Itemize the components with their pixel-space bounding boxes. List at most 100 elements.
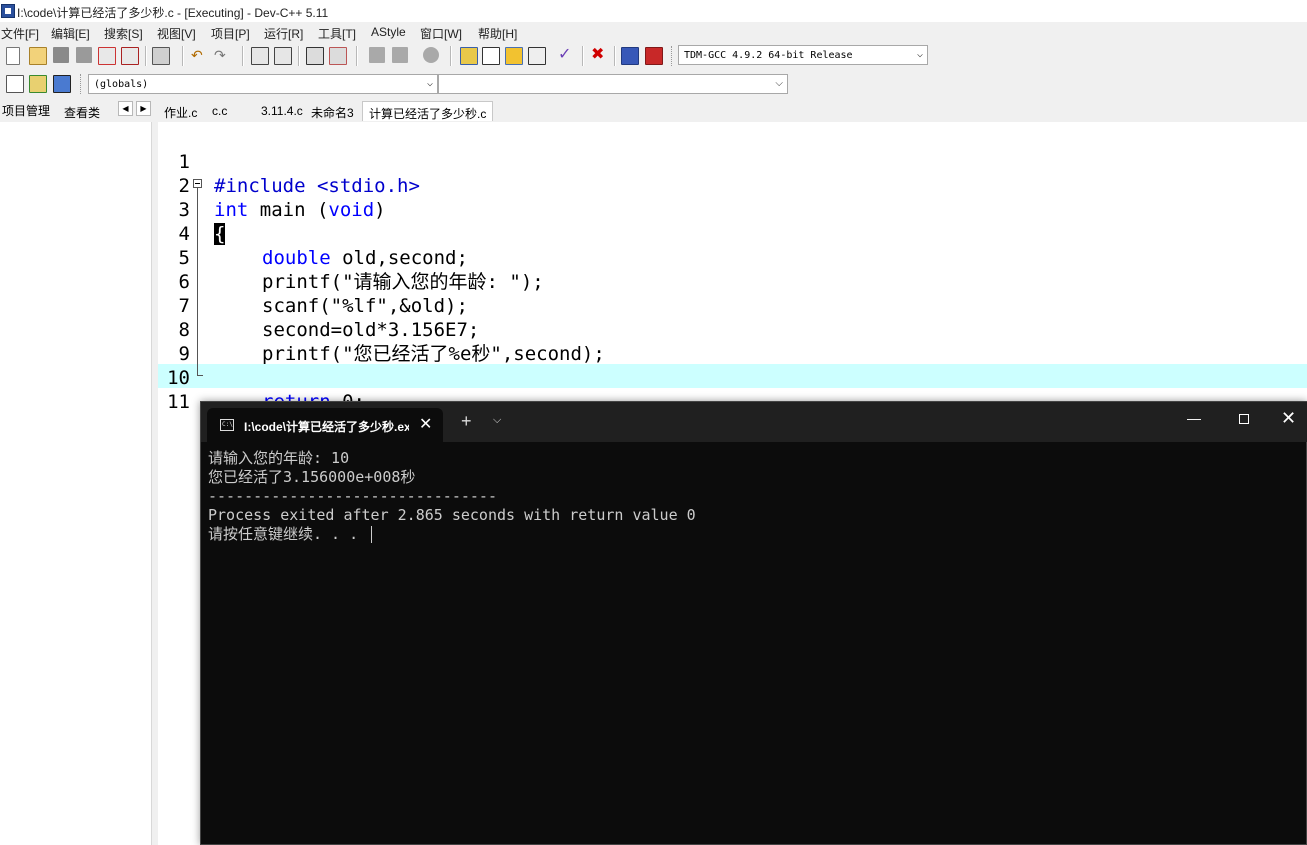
console-prompt: 请按任意键继续. . .: [208, 525, 368, 543]
toolbar-separator: [182, 46, 184, 66]
scroll-right-icon[interactable]: ▶: [136, 101, 151, 116]
close-file-icon[interactable]: [98, 47, 116, 65]
menu-run[interactable]: 运行[R]: [264, 25, 303, 42]
bookmark-next-icon[interactable]: [392, 47, 408, 63]
chevron-down-icon: ⌵: [426, 78, 433, 89]
code-text: scanf("%lf",&old);: [262, 295, 468, 317]
menu-project[interactable]: 项目[P]: [211, 25, 250, 42]
close-tab-icon[interactable]: ✕: [419, 414, 432, 434]
new-project-icon[interactable]: [460, 47, 478, 65]
menu-search[interactable]: 搜索[S]: [104, 25, 143, 42]
tab-file-unnamed3[interactable]: 未命名3: [305, 101, 360, 121]
toolbar-separator: [582, 46, 584, 66]
undo-icon[interactable]: ↶: [191, 47, 207, 63]
unindent-icon[interactable]: [329, 47, 347, 65]
maximize-icon[interactable]: [1239, 414, 1249, 424]
menu-bar: 文件[F] 编辑[E] 搜索[S] 视图[V] 项目[P] 运行[R] 工具[T…: [0, 22, 1307, 42]
console-tab[interactable]: C:\ I:\code\计算已经活了多少秒.exe ✕: [207, 408, 443, 442]
delete-profile-icon[interactable]: [645, 47, 663, 65]
code-line: 2 int main (void): [158, 150, 386, 221]
scroll-left-icon[interactable]: ◀: [118, 101, 133, 116]
goto-definition-icon[interactable]: [53, 75, 71, 93]
code-text: old,second;: [330, 247, 468, 269]
compiler-select-value: TDM-GCC 4.9.2 64-bit Release: [684, 50, 853, 61]
text-cursor: [371, 526, 373, 543]
preprocessor-keyword: #include: [214, 175, 306, 197]
print-icon[interactable]: [152, 47, 170, 65]
tab-file-c[interactable]: c.c: [206, 101, 233, 121]
indent-icon[interactable]: [306, 47, 324, 65]
scope-select[interactable]: (globals) ⌵: [88, 74, 438, 94]
current-line-highlight: [158, 364, 1307, 388]
minimize-icon[interactable]: —: [1187, 410, 1201, 426]
console-title-bar: C:\ I:\code\计算已经活了多少秒.exe ✕ + ⌵ — ✕: [201, 402, 1307, 442]
code-text: ): [374, 199, 386, 221]
menu-edit[interactable]: 编辑[E]: [51, 25, 90, 42]
console-line: 您已经活了3.156000e+008秒: [208, 468, 416, 486]
console-output: 请输入您的年龄: 10 您已经活了3.156000e+008秒 --------…: [208, 449, 696, 544]
keyword: void: [328, 199, 375, 221]
console-window[interactable]: C:\ I:\code\计算已经活了多少秒.exe ✕ + ⌵ — ✕ 请输入您…: [200, 401, 1307, 845]
profile-chart-icon[interactable]: [621, 47, 639, 65]
editor-tabs: 作业.c c.c 3.11.4.c 未命名3 计算已经活了多少秒.c: [158, 98, 1307, 122]
chevron-down-icon[interactable]: ⌵: [493, 414, 501, 427]
console-line: 请按任意键继续. . .: [208, 525, 696, 544]
project-panel[interactable]: [0, 122, 152, 845]
stop-execution-icon[interactable]: ✖: [591, 47, 607, 63]
tile-icon[interactable]: [528, 47, 546, 65]
menu-file[interactable]: 文件[F]: [1, 25, 39, 42]
matched-brace: {: [214, 223, 226, 245]
layout-icon[interactable]: [505, 47, 523, 65]
tab-file-active[interactable]: 计算已经活了多少秒.c: [362, 101, 494, 121]
new-file-icon[interactable]: [6, 47, 20, 65]
toolbar-grip: [671, 46, 675, 66]
save-all-icon[interactable]: [76, 47, 92, 63]
tab-project-manager[interactable]: 项目管理: [2, 102, 50, 119]
code-text: main (: [248, 199, 329, 221]
menu-window[interactable]: 窗口[W]: [420, 25, 462, 42]
console-icon: C:\: [220, 419, 234, 431]
code-text: printf("请输入您的年龄: ");: [262, 271, 544, 293]
toolbar-separator: [242, 46, 244, 66]
fold-collapse-icon[interactable]: [193, 179, 202, 188]
menu-help[interactable]: 帮助[H]: [478, 25, 517, 42]
chevron-down-icon: ⌵: [916, 49, 923, 60]
keyword: int: [214, 199, 249, 221]
title-bar: I:\code\计算已经活了多少秒.c - [Executing] - Dev-…: [0, 0, 1307, 22]
devcpp-app-icon: [1, 4, 15, 18]
left-panel-tabs: 项目管理 查看类 ◀ ▶: [0, 98, 158, 122]
function-select[interactable]: ⌵: [438, 74, 788, 94]
bookmark-prev-icon[interactable]: [369, 47, 385, 63]
insert-code-icon[interactable]: [6, 75, 24, 93]
goto-declaration-icon[interactable]: [29, 75, 47, 93]
replace-icon[interactable]: [274, 47, 292, 65]
tab-class-browser[interactable]: 查看类: [64, 104, 100, 121]
close-all-icon[interactable]: [121, 47, 139, 65]
console-line: Process exited after 2.865 seconds with …: [208, 506, 696, 524]
menu-view[interactable]: 视图[V]: [157, 25, 196, 42]
window-icon[interactable]: [482, 47, 500, 65]
save-icon[interactable]: [53, 47, 69, 63]
menu-tools[interactable]: 工具[T]: [318, 25, 356, 42]
toolbar-separator: [614, 46, 616, 66]
tab-file-3-11-4[interactable]: 3.11.4.c: [255, 101, 309, 121]
compiler-select[interactable]: TDM-GCC 4.9.2 64-bit Release ⌵: [678, 45, 928, 65]
chevron-down-icon: ⌵: [775, 78, 783, 89]
open-file-icon[interactable]: [29, 47, 47, 65]
fold-guide: [197, 188, 198, 376]
toolbar-separator: [298, 46, 300, 66]
fold-guide-end: [197, 375, 203, 376]
tab-file-zuoye[interactable]: 作业.c: [158, 101, 203, 121]
check-syntax-icon[interactable]: ✓: [558, 47, 574, 63]
redo-icon[interactable]: ↷: [214, 47, 230, 63]
console-line: --------------------------------: [208, 487, 497, 505]
menu-astyle[interactable]: AStyle: [371, 25, 406, 39]
find-icon[interactable]: [251, 47, 269, 65]
goto-line-icon[interactable]: [423, 47, 439, 63]
console-line: 请输入您的年龄: 10: [208, 449, 350, 467]
scope-select-value: (globals): [94, 79, 149, 90]
code-text: printf("您已经活了%e秒",second);: [262, 343, 605, 365]
code-line: 1 #include <stdio.h>: [158, 126, 420, 197]
close-window-icon[interactable]: ✕: [1281, 408, 1296, 429]
new-tab-icon[interactable]: +: [461, 412, 472, 430]
